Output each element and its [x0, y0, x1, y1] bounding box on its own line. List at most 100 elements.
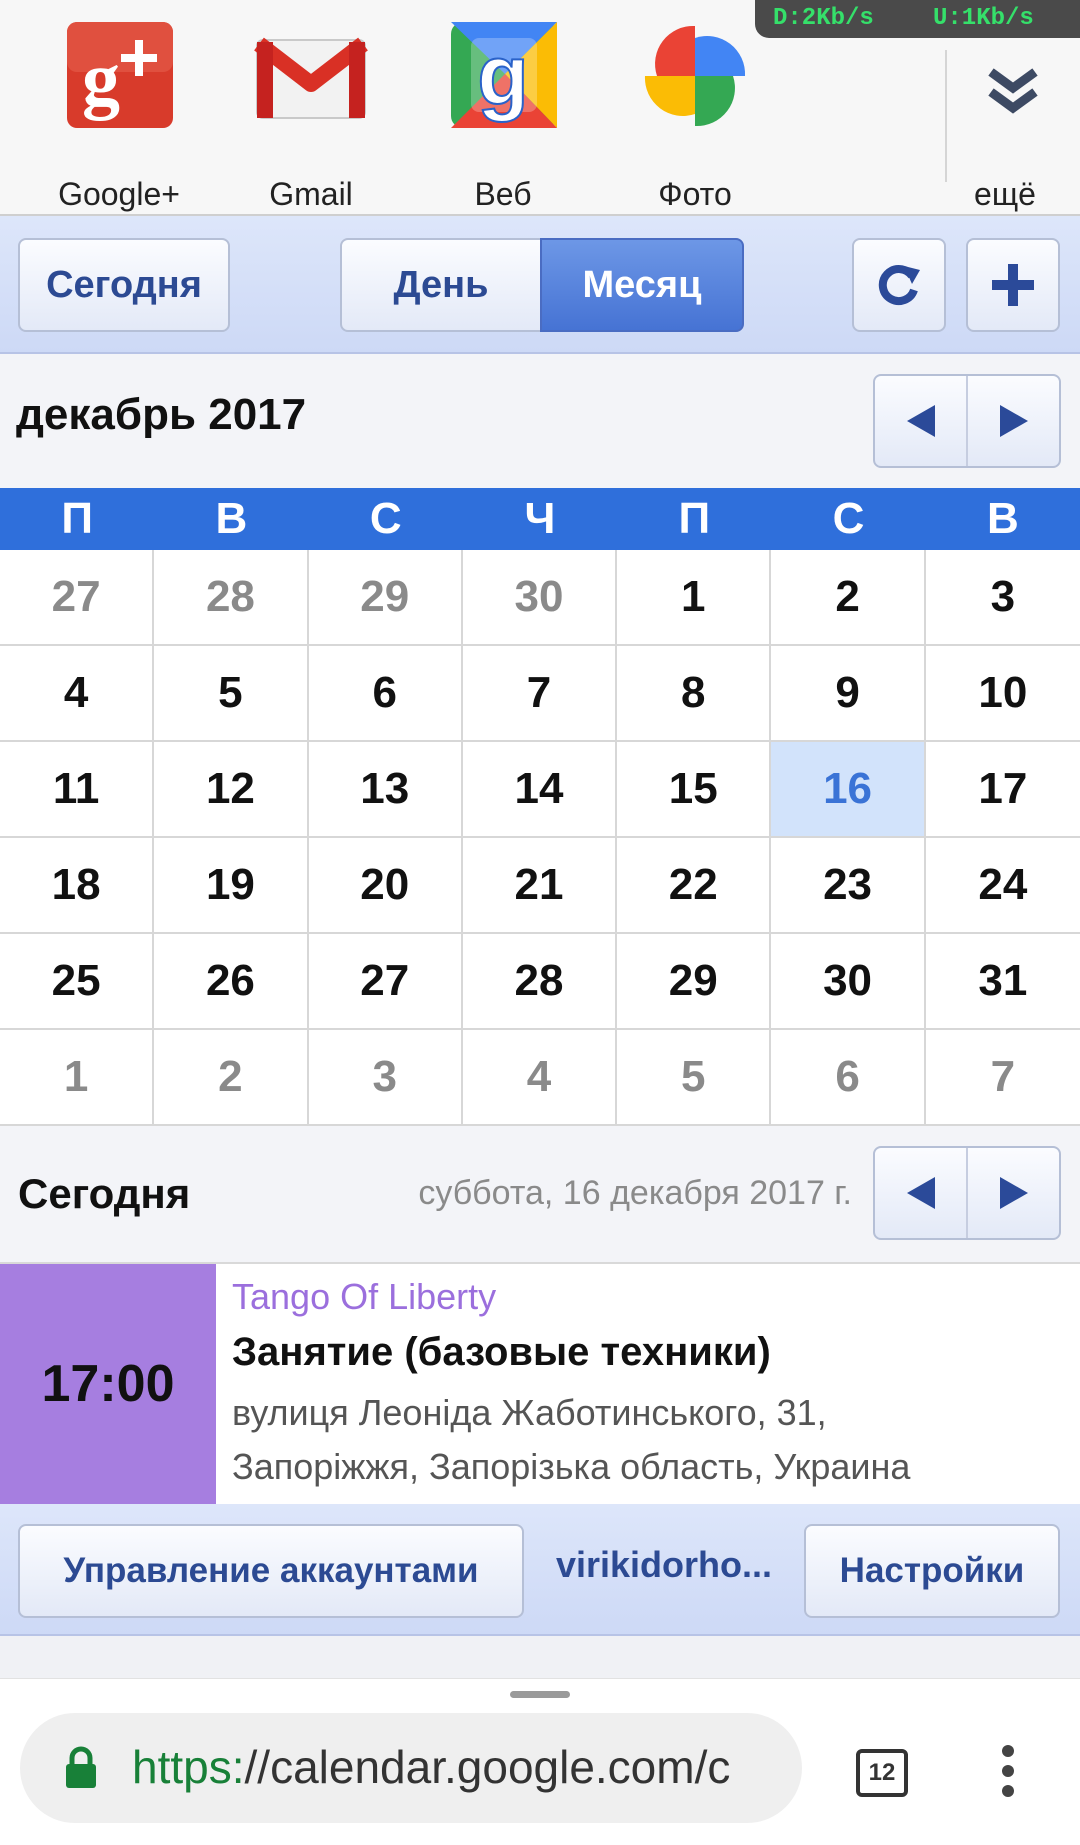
day-cell[interactable]: 5	[617, 1030, 772, 1126]
weekday-label: В	[215, 494, 248, 543]
agenda-date: суббота, 16 декабря 2017 г.	[418, 1174, 852, 1212]
day-cell[interactable]: 3	[925, 550, 1080, 646]
day-cell[interactable]: 18	[0, 838, 155, 934]
month-view-button[interactable]: Месяц	[540, 238, 744, 332]
day-cell[interactable]: 9	[771, 646, 926, 742]
app-photos[interactable]: Фото	[610, 18, 780, 210]
day-cell[interactable]: 17	[925, 742, 1080, 838]
drag-handle[interactable]	[510, 1691, 570, 1698]
day-cell[interactable]: 4	[462, 1030, 618, 1126]
day-cell[interactable]: 15	[617, 742, 772, 838]
next-month-button[interactable]	[966, 376, 1059, 466]
weekday-label: С	[369, 494, 402, 543]
prev-month-button[interactable]	[875, 376, 966, 466]
day-cell[interactable]: 10	[925, 646, 1080, 742]
google-plus-icon: g	[61, 18, 177, 134]
account-email-link[interactable]: virikidorho...	[556, 1544, 772, 1586]
day-cell[interactable]: 6	[771, 1030, 926, 1126]
settings-button[interactable]: Настройки	[804, 1524, 1060, 1618]
day-cell[interactable]: 31	[925, 934, 1080, 1030]
day-cell[interactable]: 7	[462, 646, 618, 742]
day-view-button[interactable]: День	[340, 238, 542, 332]
arrow-left-icon	[906, 405, 935, 437]
day-cell[interactable]: 29	[308, 550, 463, 646]
app-web[interactable]: g Веб	[418, 18, 588, 210]
arrow-right-icon	[999, 405, 1028, 437]
more-apps-button[interactable]: ещё	[928, 18, 1080, 210]
day-cell[interactable]: 30	[771, 934, 926, 1030]
day-cell[interactable]: 2	[771, 550, 926, 646]
add-event-button[interactable]	[966, 238, 1060, 332]
month-grid: 27 28 29 30 1 2 3 4 5 6 7 8 9 10 11 12 1…	[0, 550, 1080, 1126]
download-speed: D:2Kb/s	[773, 5, 874, 32]
event-title: Занятие (базовые техники)	[232, 1330, 771, 1374]
overflow-menu-icon[interactable]	[998, 1745, 1018, 1805]
day-cell[interactable]: 23	[771, 838, 926, 934]
app-label: Веб	[474, 176, 532, 212]
url-path: //calendar.google.com/c	[244, 1741, 731, 1793]
day-cell[interactable]: 21	[462, 838, 618, 934]
svg-text:g: g	[477, 28, 528, 122]
browser-bottom-bar: https://calendar.google.com/c 12	[0, 1678, 1080, 1845]
weekday-label: П	[678, 494, 711, 543]
manage-accounts-button[interactable]: Управление аккаунтами	[18, 1524, 524, 1618]
day-cell[interactable]: 19	[154, 838, 309, 934]
next-day-button[interactable]	[966, 1148, 1059, 1238]
app-gmail[interactable]: Gmail	[226, 18, 396, 210]
event-time: 17:00	[0, 1264, 216, 1504]
day-cell[interactable]: 30	[462, 550, 618, 646]
day-cell[interactable]: 11	[0, 742, 155, 838]
weekday-label: В	[986, 494, 1019, 543]
day-cell[interactable]: 3	[308, 1030, 463, 1126]
day-cell[interactable]: 27	[0, 550, 155, 646]
day-cell[interactable]: 28	[154, 550, 309, 646]
day-cell[interactable]: 8	[617, 646, 772, 742]
day-cell[interactable]: 12	[154, 742, 309, 838]
event-calendar-name: Tango Of Liberty	[232, 1276, 497, 1317]
day-cell[interactable]: 1	[0, 1030, 155, 1126]
prev-day-button[interactable]	[875, 1148, 966, 1238]
day-cell[interactable]: 1	[617, 550, 772, 646]
app-label: Gmail	[269, 176, 353, 212]
event-item[interactable]: 17:00 Tango Of Liberty Занятие (базовые …	[0, 1262, 1080, 1506]
day-cell[interactable]: 7	[925, 1030, 1080, 1126]
refresh-button[interactable]	[852, 238, 946, 332]
url-text: https://calendar.google.com/c	[132, 1740, 730, 1794]
app-google-plus[interactable]: g Google+	[34, 18, 204, 210]
day-cell[interactable]: 4	[0, 646, 155, 742]
more-label: ещё	[974, 176, 1036, 212]
gmail-icon	[253, 18, 369, 134]
page-bottom-strip	[0, 1636, 1080, 1678]
month-title: декабрь 2017	[16, 390, 307, 439]
url-bar[interactable]: https://calendar.google.com/c	[20, 1713, 802, 1823]
day-navigation	[873, 1146, 1061, 1240]
day-cell[interactable]: 27	[308, 934, 463, 1030]
day-cell[interactable]: 20	[308, 838, 463, 934]
weekday-label: С	[832, 494, 865, 543]
day-cell[interactable]: 25	[0, 934, 155, 1030]
day-cell[interactable]: 2	[154, 1030, 309, 1126]
day-cell[interactable]: 5	[154, 646, 309, 742]
account-bar: Управление аккаунтами virikidorho... Нас…	[0, 1504, 1080, 1636]
google-web-icon: g	[445, 18, 561, 134]
app-label: Google+	[58, 176, 180, 212]
day-cell[interactable]: 6	[308, 646, 463, 742]
calendar-toolbar: Сегодня День Месяц	[0, 216, 1080, 354]
agenda-heading: Сегодня	[18, 1170, 191, 1217]
day-cell-today[interactable]: 16	[771, 742, 926, 838]
arrow-left-icon	[906, 1177, 935, 1209]
day-cell[interactable]: 24	[925, 838, 1080, 934]
plus-icon	[992, 264, 1034, 306]
refresh-icon	[878, 265, 920, 306]
day-cell[interactable]: 13	[308, 742, 463, 838]
day-cell[interactable]: 28	[462, 934, 618, 1030]
today-button[interactable]: Сегодня	[18, 238, 230, 332]
day-cell[interactable]: 26	[154, 934, 309, 1030]
day-cell[interactable]: 14	[462, 742, 618, 838]
day-cell[interactable]: 29	[617, 934, 772, 1030]
tab-switcher-button[interactable]: 12	[856, 1749, 908, 1797]
event-location-line: Запоріжжя, Запорізька область, Украина	[232, 1446, 911, 1487]
event-location-line: вулиця Леоніда Жаботинського, 31,	[232, 1392, 827, 1433]
lock-icon	[66, 1746, 96, 1788]
day-cell[interactable]: 22	[617, 838, 772, 934]
